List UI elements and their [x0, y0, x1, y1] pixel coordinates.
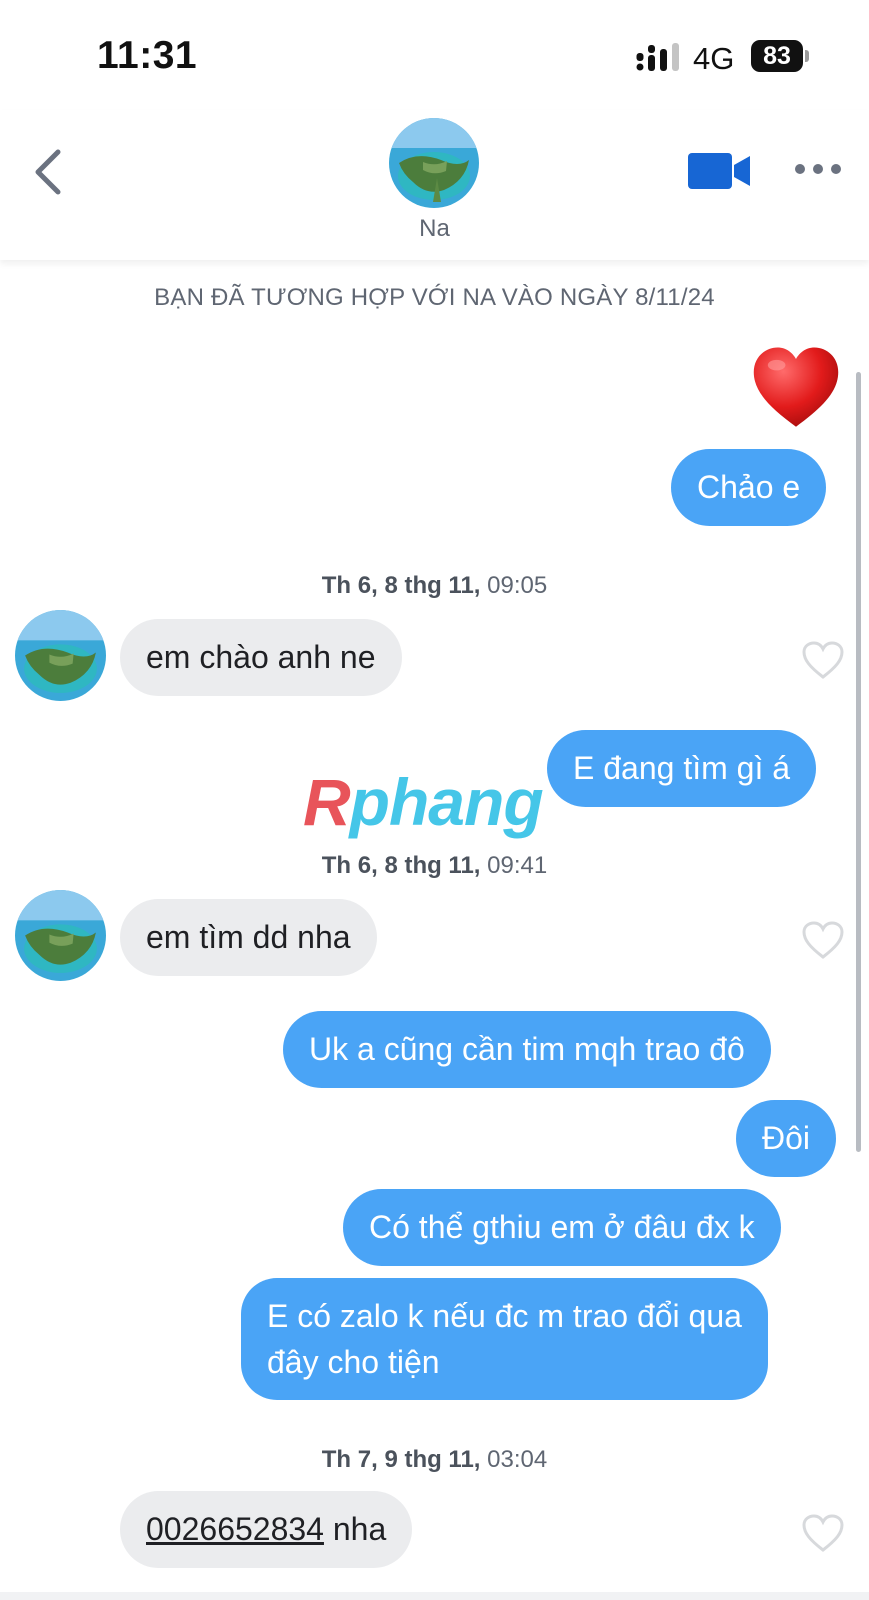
message-text: Chảo e: [697, 469, 801, 505]
message-bubble-outgoing[interactable]: E đang tìm gì á: [547, 730, 817, 807]
message-bubble-incoming[interactable]: 0026652834 nha: [120, 1491, 413, 1568]
status-time: 11:31: [97, 34, 198, 77]
heart-outline-icon[interactable]: [801, 640, 845, 680]
message-text: E đang tìm gì á: [573, 750, 791, 786]
watermark-logo: Rphang: [303, 765, 544, 839]
message-bubble-outgoing[interactable]: Có thể gthiu em ở đâu đx k: [343, 1189, 781, 1266]
bottom-divider: [0, 1592, 869, 1600]
signal-icon: [636, 43, 679, 71]
message-text: Uk a cũng cần tim mqh trao đô: [309, 1031, 745, 1067]
message-bubble-outgoing[interactable]: Uk a cũng cần tim mqh trao đô: [283, 1011, 771, 1088]
timestamp-day: Th 6, 8 thg 11,: [321, 852, 481, 879]
chevron-left-icon[interactable]: [28, 142, 68, 202]
avatar[interactable]: [389, 118, 479, 208]
message-bubble-incoming[interactable]: em tìm dd nha: [120, 899, 377, 976]
video-camera-icon[interactable]: [688, 150, 752, 192]
heart-outline-icon[interactable]: [801, 920, 845, 960]
network-type: 4G: [693, 41, 735, 76]
timestamp: Th 7, 9 thg 11, 03:04: [0, 1446, 869, 1474]
message-text: em tìm dd nha: [146, 919, 351, 955]
timestamp: Th 6, 8 thg 11, 09:05: [0, 572, 869, 600]
red-heart-emoji: [753, 347, 839, 427]
timestamp-day: Th 7, 9 thg 11,: [321, 1446, 481, 1473]
status-bar: 11:31 4G 83: [0, 0, 869, 110]
heart-outline-icon[interactable]: [801, 1513, 845, 1553]
message-text: Đôi: [762, 1120, 811, 1156]
more-horizontal-icon[interactable]: [794, 154, 842, 184]
scrollbar[interactable]: [856, 372, 861, 1152]
message-bubble-incoming[interactable]: em chào anh ne: [120, 619, 402, 696]
battery-level: 83: [763, 42, 791, 70]
message-bubble-outgoing[interactable]: Đôi: [736, 1100, 837, 1177]
message-text: Có thể gthiu em ở đâu đx k: [369, 1209, 755, 1245]
chat-header: Na: [0, 110, 869, 260]
timestamp-time: 09:41: [487, 852, 548, 879]
timestamp-day: Th 6, 8 thg 11,: [321, 572, 481, 599]
message-text: nha: [323, 1511, 387, 1547]
match-banner: BẠN ĐÃ TƯƠNG HỢP VỚI NA VÀO NGÀY 8/11/24: [154, 284, 715, 311]
message-bubble-outgoing[interactable]: E có zalo k nếu đc m trao đổi qua đây ch…: [241, 1278, 768, 1400]
phone-number-link[interactable]: 0026652834: [146, 1511, 324, 1547]
timestamp: Th 6, 8 thg 11, 09:41: [0, 852, 869, 880]
message-bubble-outgoing[interactable]: Chảo e: [671, 449, 827, 526]
avatar[interactable]: [15, 610, 106, 701]
timestamp-time: 09:05: [487, 572, 548, 599]
message-text-line: đây cho tiện: [267, 1344, 440, 1380]
message-text-line: E có zalo k nếu đc m trao đổi qua: [267, 1298, 742, 1334]
contact-name: Na: [419, 215, 450, 242]
message-text: em chào anh ne: [146, 639, 376, 675]
battery-icon: 83: [751, 40, 809, 72]
avatar[interactable]: [15, 890, 106, 981]
timestamp-time: 03:04: [487, 1446, 548, 1473]
